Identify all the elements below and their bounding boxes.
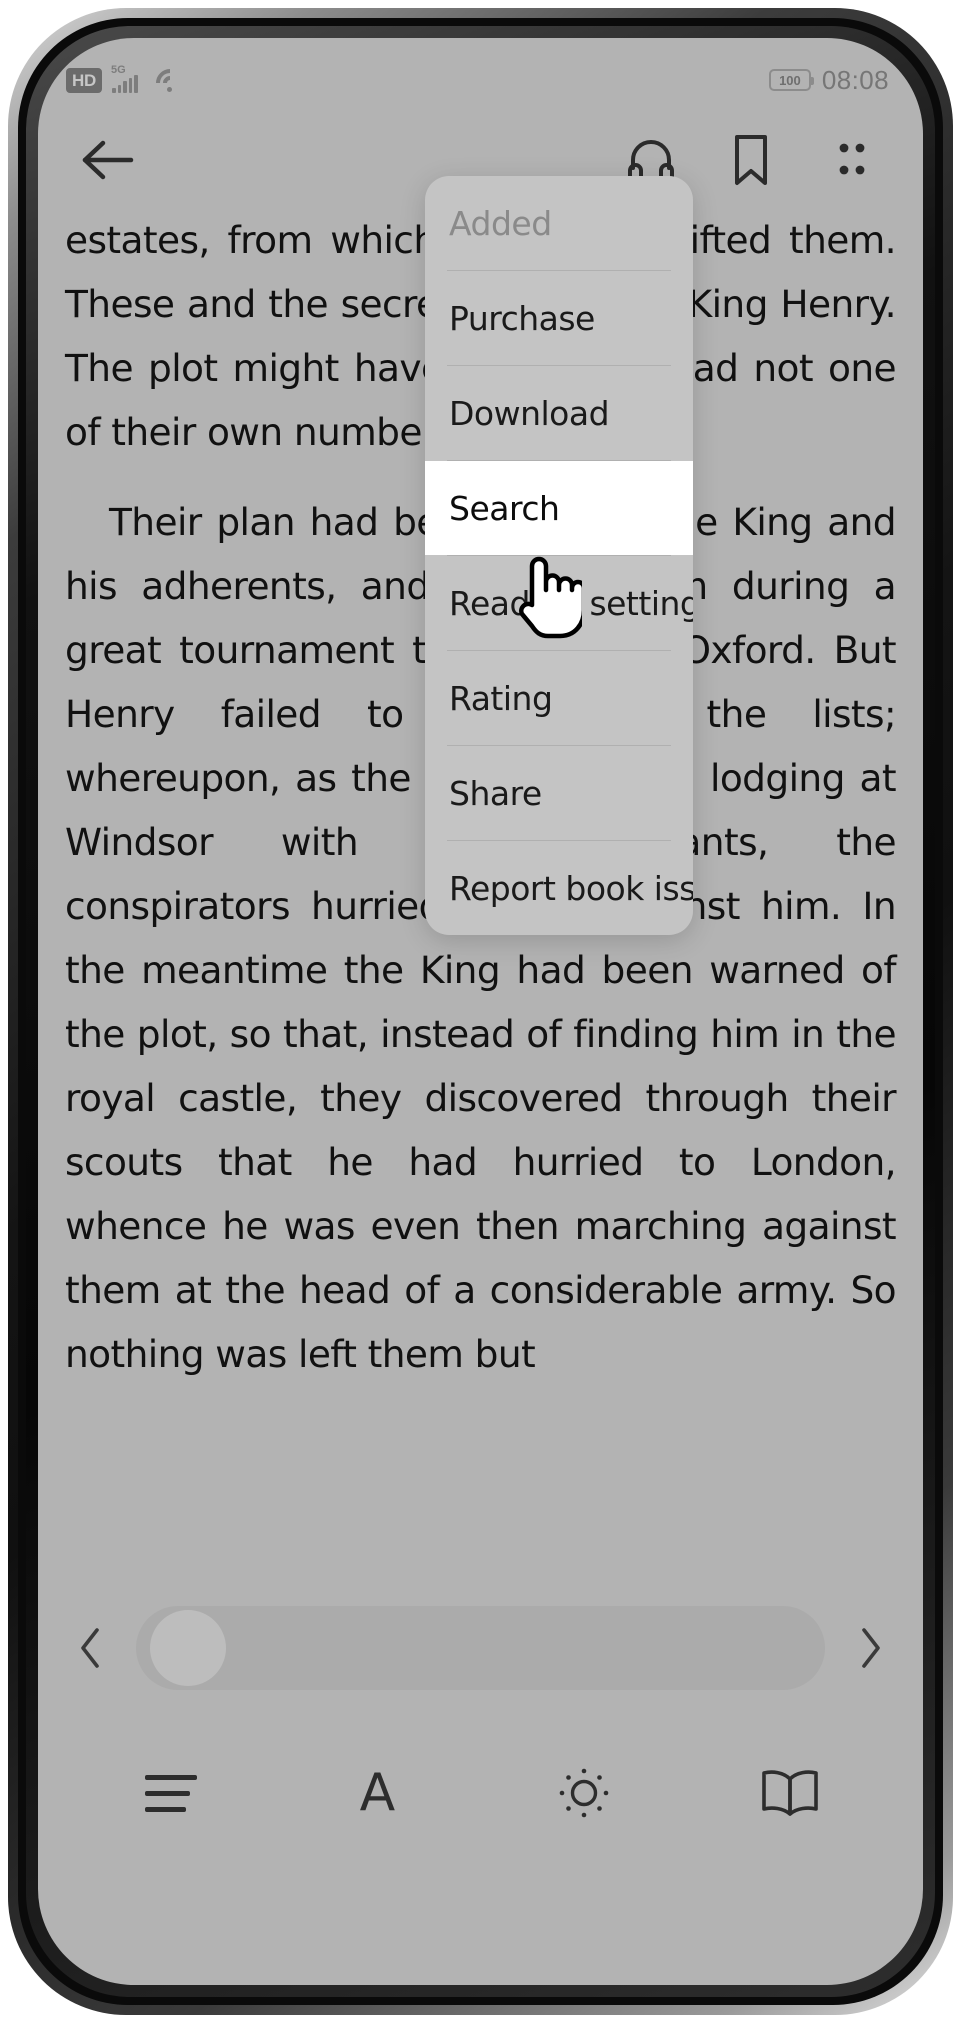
menu-item-purchase[interactable]: Purchase	[425, 271, 693, 365]
chevron-left-icon[interactable]	[60, 1617, 122, 1679]
phone-frame: HD 5G 100 08:08 estates, from which lift…	[0, 0, 961, 2023]
menu-item-search[interactable]: Search	[425, 461, 693, 555]
font-size-glyph: A	[359, 1763, 396, 1823]
menu-item-label: Report book issue	[449, 868, 693, 908]
signal-bars-glyph	[111, 75, 138, 93]
menu-item-rating[interactable]: Rating	[425, 651, 693, 745]
menu-item-label: Added	[449, 203, 552, 243]
menu-item-download[interactable]: Download	[425, 366, 693, 460]
toc-lines-glyph	[145, 1774, 198, 1812]
back-arrow-icon[interactable]	[76, 128, 140, 192]
options-dropdown-menu: Added Purchase Download Search Reading s…	[425, 176, 693, 935]
clock-label: 08:08	[821, 64, 889, 95]
slider-thumb[interactable]	[150, 1610, 226, 1686]
wifi-icon	[156, 68, 186, 92]
network-type-label: 5G	[110, 64, 126, 76]
status-bar: HD 5G 100 08:08	[38, 38, 923, 112]
reader-bottom-toolbar: A	[38, 1713, 923, 1873]
menu-item-label: Rating	[449, 678, 553, 718]
chevron-right-icon[interactable]	[839, 1617, 901, 1679]
menu-item-reading-settings[interactable]: Reading settings	[425, 556, 693, 650]
page-progress-row	[38, 1583, 923, 1713]
menu-item-label: Search	[449, 488, 560, 528]
menu-item-report-book-issue[interactable]: Report book issue	[425, 841, 693, 935]
menu-item-label: Purchase	[449, 298, 595, 338]
menu-item-label: Download	[449, 393, 610, 433]
phone-screen: HD 5G 100 08:08 estates, from which lift…	[38, 38, 923, 1985]
reading-mode-book-icon[interactable]	[744, 1747, 836, 1839]
font-size-icon[interactable]: A	[331, 1747, 423, 1839]
page-progress-slider[interactable]	[136, 1606, 825, 1690]
bookmark-icon[interactable]	[719, 128, 783, 192]
battery-icon: 100	[768, 69, 814, 91]
battery-level-label: 100	[779, 72, 801, 88]
signal-bars-icon: 5G	[110, 64, 147, 93]
menu-item-label: Share	[449, 773, 542, 813]
status-bar-right: 100 08:08	[768, 64, 889, 96]
menu-item-added[interactable]: Added	[425, 176, 693, 270]
more-options-icon[interactable]	[819, 128, 883, 192]
table-of-contents-icon[interactable]	[125, 1747, 217, 1839]
brightness-icon[interactable]	[538, 1747, 630, 1839]
menu-item-share[interactable]: Share	[425, 746, 693, 840]
status-bar-left: HD 5G	[66, 64, 186, 93]
hd-icon: HD	[66, 67, 102, 93]
menu-item-label: Reading settings	[449, 583, 693, 623]
